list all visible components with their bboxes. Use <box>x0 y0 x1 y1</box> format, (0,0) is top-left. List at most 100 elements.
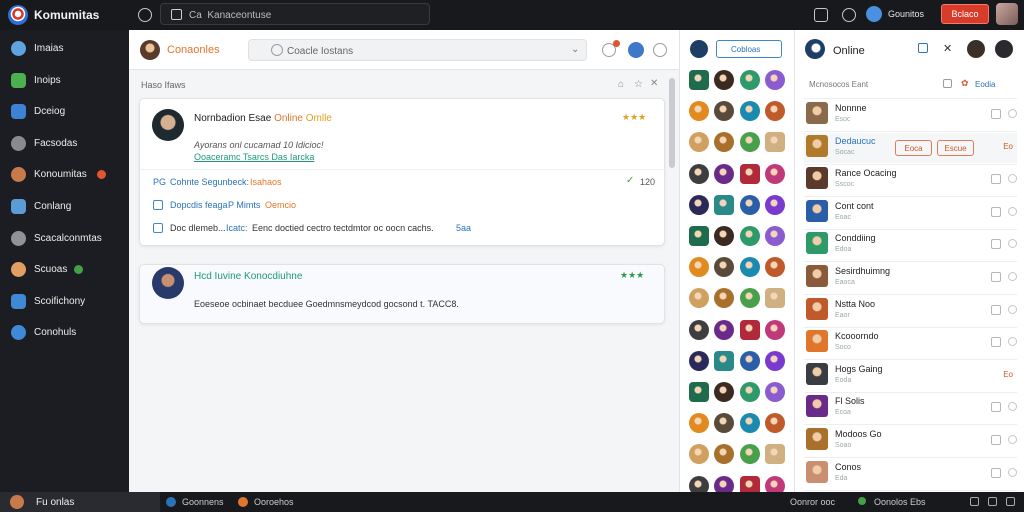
profile-icon[interactable] <box>866 6 882 22</box>
avatar[interactable] <box>806 199 828 222</box>
avatar[interactable] <box>765 350 785 371</box>
avatar[interactable] <box>806 167 828 190</box>
avatar[interactable] <box>689 163 709 184</box>
feed-search-input[interactable] <box>287 44 567 58</box>
chevron-down-icon[interactable]: ⌄ <box>571 44 579 55</box>
avatar[interactable] <box>689 413 709 434</box>
member-action-button[interactable]: Eoca <box>895 139 932 156</box>
message-icon[interactable] <box>991 109 1001 119</box>
sidebar-item[interactable]: Inoips <box>0 67 129 95</box>
avatar[interactable] <box>714 101 734 122</box>
avatar[interactable] <box>765 444 785 465</box>
sidebar-item[interactable]: Konoumitas <box>0 161 129 189</box>
avatar[interactable] <box>806 297 828 320</box>
message-icon[interactable] <box>991 206 1001 217</box>
avatar[interactable] <box>714 382 734 402</box>
member-row[interactable]: Hogs Gaing Eoda Eo <box>804 361 1017 391</box>
avatar[interactable] <box>806 330 828 353</box>
message-icon[interactable] <box>991 402 1001 413</box>
avatar[interactable] <box>740 132 760 153</box>
scrollbar[interactable] <box>669 78 675 168</box>
sidebar-item[interactable]: Scacalconmtas <box>0 225 129 253</box>
message-icon[interactable] <box>991 304 1001 315</box>
message-icon[interactable] <box>991 272 1001 282</box>
status-left[interactable]: Fu onlas <box>36 497 74 508</box>
avatar[interactable] <box>740 413 760 434</box>
member-row[interactable]: Dedaucuc Socac Eoca Escue Eo <box>804 132 1017 163</box>
member-row[interactable]: Cont cont Eoac <box>804 198 1017 228</box>
post-link[interactable]: Ooaceramc Tsarcs Das Iarcka <box>194 152 314 162</box>
message-icon[interactable] <box>991 337 1001 348</box>
status-mid2[interactable]: Ooroehos <box>254 497 294 507</box>
member-row[interactable]: Sesirdhuimng Eaoca <box>804 263 1017 293</box>
avatar[interactable] <box>765 70 785 90</box>
post-title[interactable]: Hcd Iuvine Konocdiuhne <box>194 271 302 282</box>
close-icon[interactable]: ✕ <box>650 78 658 89</box>
more-icon[interactable] <box>1008 402 1017 412</box>
window-icon[interactable] <box>970 497 979 506</box>
feed-search-box[interactable]: ⌄ <box>248 39 587 61</box>
avatar[interactable] <box>714 257 734 278</box>
app-logo-icon[interactable] <box>8 5 28 25</box>
avatar[interactable] <box>765 101 785 122</box>
avatar[interactable] <box>740 226 760 246</box>
avatar[interactable] <box>806 232 828 255</box>
avatar[interactable] <box>740 257 760 278</box>
home-icon[interactable]: ⌂ <box>618 79 624 90</box>
avatar[interactable] <box>714 350 734 371</box>
member-row[interactable]: Modoos Go Soao <box>804 426 1017 456</box>
member-row[interactable]: Nonnne Esoc <box>804 100 1017 130</box>
sidebar-item[interactable]: Scoifichony <box>0 288 129 316</box>
avatar[interactable] <box>689 101 709 122</box>
message-icon[interactable] <box>991 174 1001 185</box>
post-author-avatar[interactable] <box>152 109 184 141</box>
avatar[interactable] <box>714 319 734 340</box>
chat-icon[interactable] <box>138 8 152 22</box>
avatar[interactable] <box>714 132 734 153</box>
avatar[interactable] <box>765 413 785 434</box>
member-row[interactable]: Rance Ocacing Sscoc <box>804 165 1017 195</box>
avatar[interactable] <box>714 163 734 184</box>
sidebar-item[interactable]: Facsodas <box>0 130 129 158</box>
avatar[interactable] <box>714 288 734 309</box>
status-mid1[interactable]: Goonnens <box>182 497 224 507</box>
top-search-input[interactable] <box>189 8 425 22</box>
member-row[interactable]: Kcooorndo Soco <box>804 328 1017 358</box>
avatar[interactable] <box>740 444 760 465</box>
avatar[interactable] <box>740 288 760 309</box>
message-icon[interactable] <box>991 467 1001 478</box>
avatar[interactable] <box>689 194 709 215</box>
window-icon[interactable] <box>1006 497 1015 506</box>
member-row[interactable]: Conddiing Edoa <box>804 230 1017 260</box>
avatar[interactable] <box>714 194 734 215</box>
checkbox[interactable] <box>153 223 163 233</box>
avatar[interactable] <box>765 226 785 246</box>
sidebar-item[interactable]: Scuoas <box>0 256 129 284</box>
avatar[interactable] <box>806 460 828 483</box>
avatar[interactable] <box>714 444 734 465</box>
top-search-box[interactable] <box>160 3 430 25</box>
top-username[interactable]: Gounitos <box>888 9 924 19</box>
sidebar-item[interactable]: Conlang <box>0 193 129 221</box>
more-icon[interactable] <box>1008 467 1017 477</box>
avatar[interactable] <box>689 350 709 371</box>
row-text[interactable]: Cohnte Segunbeck: <box>170 177 249 187</box>
avatar[interactable] <box>806 428 828 450</box>
avatar[interactable] <box>740 163 760 184</box>
more-icon[interactable] <box>1008 435 1017 444</box>
avatar[interactable] <box>740 101 760 122</box>
row-text[interactable]: Dopcdis feaga <box>170 200 228 210</box>
avatar[interactable] <box>765 288 785 309</box>
avatar[interactable] <box>806 134 828 157</box>
more-icon[interactable] <box>1008 174 1017 184</box>
window-icon[interactable] <box>988 497 997 506</box>
more-icon[interactable] <box>1008 304 1017 314</box>
community-avatar[interactable] <box>140 40 160 60</box>
avatar[interactable] <box>689 70 709 90</box>
notification-icon[interactable] <box>842 8 856 22</box>
member-extra[interactable]: Eo <box>1003 142 1013 151</box>
post-card[interactable]: Nornbadion Esae Online Omlle ★★★ Ayorans… <box>139 98 666 246</box>
avatar[interactable] <box>740 382 760 402</box>
top-action-button[interactable]: Bclaco <box>941 4 989 24</box>
community-name[interactable]: Conaonles <box>167 44 220 56</box>
